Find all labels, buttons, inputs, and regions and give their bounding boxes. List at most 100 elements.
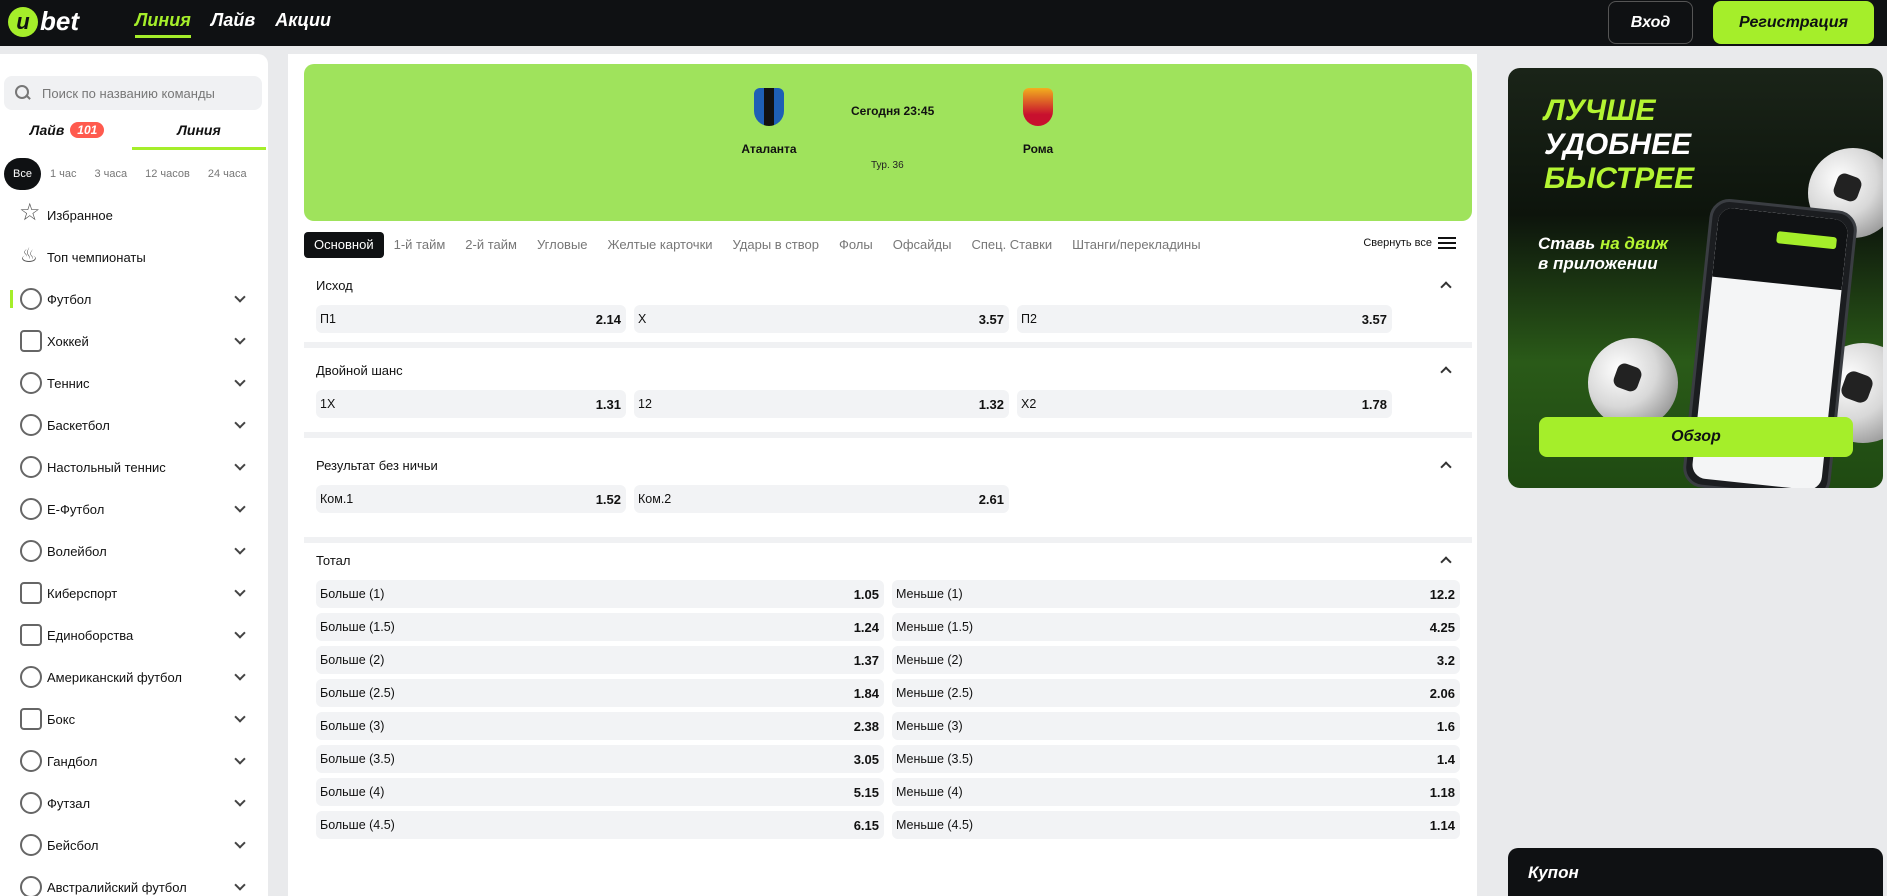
tab-special-bets[interactable]: Спец. Ставки [961,232,1062,258]
chevron-up-icon[interactable] [1440,556,1452,568]
time-filter-24h[interactable]: 24 часа [199,158,256,190]
odd-button[interactable]: Больше (4.5) 6.15 [316,811,884,839]
sidebar-item-top[interactable]: Топ чемпионаты [0,236,268,278]
tab-corners[interactable]: Угловые [527,232,598,258]
away-team[interactable]: Рома [978,88,1098,156]
search-input[interactable] [42,85,252,101]
tab-first-half[interactable]: 1-й тайм [384,232,456,258]
tab-shots-on-target[interactable]: Удары в створ [723,232,829,258]
chevron-down-icon [234,417,246,429]
sidebar-item-tennis[interactable]: Теннис [0,362,268,404]
sidebar-item-football[interactable]: Футбол [0,278,268,320]
sidebar-item-australian-football[interactable]: Австралийский футбол [0,866,268,896]
odd-button[interactable]: Больше (4) 5.15 [316,778,884,806]
team-search[interactable] [4,76,262,110]
odd-button[interactable]: X 3.57 [634,305,1009,333]
odds-row: Больше (3.5) 3.05 Меньше (3.5) 1.4 [304,745,1472,773]
market-header[interactable]: Двойной шанс [304,350,1472,390]
odd-button[interactable]: Больше (3) 2.38 [316,712,884,740]
nav-line[interactable]: Линия [135,10,191,38]
odd-button[interactable]: Меньше (3) 1.6 [892,712,1460,740]
time-filter-all[interactable]: Все [4,158,41,190]
time-filter-1h[interactable]: 1 час [41,158,86,190]
match-time: Сегодня 23:45 [851,104,935,118]
sidebar-item-basketball[interactable]: Баскетбол [0,404,268,446]
odd-button[interactable]: П1 2.14 [316,305,626,333]
odd-button[interactable]: Меньше (4.5) 1.14 [892,811,1460,839]
odd-value: 1.78 [1361,396,1387,412]
odd-name: 1X [320,397,336,411]
market-header[interactable]: Результат без ничьи [304,445,1472,485]
chevron-down-icon [234,459,246,471]
collapse-all-label: Свернуть все [1363,237,1432,249]
odd-button[interactable]: Меньше (3.5) 1.4 [892,745,1460,773]
chevron-up-icon[interactable] [1440,366,1452,378]
chevron-up-icon[interactable] [1440,281,1452,293]
divider [304,342,1472,348]
sidebar-item-label: Волейбол [47,543,107,559]
login-button[interactable]: Вход [1608,1,1693,44]
sidebar-item-favorites[interactable]: Избранное [0,194,268,236]
gamepad-icon [20,582,42,604]
match-main: Аталанта Сегодня 23:45 Рома Тур. 36 Осно… [288,54,1477,896]
tab-offsides[interactable]: Офсайды [883,232,962,258]
promo-sub-a: Ставь [1538,234,1600,253]
coupon-panel[interactable]: Купон [1508,848,1883,896]
register-button[interactable]: Регистрация [1713,1,1874,44]
market-header[interactable]: Тотал [304,540,1472,580]
sidebar-item-label: Австралийский футбол [47,879,187,895]
market-header[interactable]: Исход [304,265,1472,305]
sidebar-item-hockey[interactable]: Хоккей [0,320,268,362]
odd-name: Меньше (1) [896,587,963,601]
odd-button[interactable]: Меньше (4) 1.18 [892,778,1460,806]
odd-button[interactable]: Ком.1 1.52 [316,485,626,513]
sidebar-item-baseball[interactable]: Бейсбол [0,824,268,866]
tab-yellow-cards[interactable]: Желтые карточки [598,232,723,258]
odd-button[interactable]: П2 3.57 [1017,305,1392,333]
odd-button[interactable]: X2 1.78 [1017,390,1392,418]
home-team[interactable]: Аталанта [709,88,829,156]
time-filter-12h[interactable]: 12 часов [136,158,199,190]
nav-promos[interactable]: Акции [275,10,331,38]
odd-button[interactable]: Меньше (2) 3.2 [892,646,1460,674]
odd-button[interactable]: Меньше (1) 12.2 [892,580,1460,608]
odd-button[interactable]: 1X 1.31 [316,390,626,418]
promo-overview-button[interactable]: Обзор [1539,417,1853,457]
odd-button[interactable]: Меньше (2.5) 2.06 [892,679,1460,707]
odd-button[interactable]: Больше (1.5) 1.24 [316,613,884,641]
chevron-up-icon[interactable] [1440,461,1452,473]
odd-button[interactable]: Больше (2) 1.37 [316,646,884,674]
tab-woodwork[interactable]: Штанги/перекладины [1062,232,1211,258]
logo[interactable]: u bet [8,6,79,37]
sidebar-item-efootball[interactable]: Е-Футбол [0,488,268,530]
odd-value: 3.57 [978,311,1004,327]
odd-button[interactable]: Ком.2 2.61 [634,485,1009,513]
odds-row: П1 2.14 X 3.57 П2 3.57 [304,305,1472,333]
promo-line-1: ЛУЧШЕ [1544,94,1656,127]
odd-value: 6.15 [853,817,879,833]
sidebar-item-esports[interactable]: Киберспорт [0,572,268,614]
time-filter-3h[interactable]: 3 часа [86,158,137,190]
nav-live[interactable]: Лайв [211,10,255,38]
odd-button[interactable]: Меньше (1.5) 4.25 [892,613,1460,641]
sidebar-item-boxing[interactable]: Бокс [0,698,268,740]
odd-button[interactable]: 12 1.32 [634,390,1009,418]
tab-live[interactable]: Лайв 101 [0,120,134,150]
sidebar-item-table-tennis[interactable]: Настольный теннис [0,446,268,488]
odd-value: 5.15 [853,784,879,800]
odd-button[interactable]: Больше (2.5) 1.84 [316,679,884,707]
sidebar-item-combat[interactable]: Единоборства [0,614,268,656]
sidebar-item-handball[interactable]: Гандбол [0,740,268,782]
collapse-all-button[interactable]: Свернуть все [1363,237,1456,249]
tab-second-half[interactable]: 2-й тайм [455,232,527,258]
odd-button[interactable]: Больше (1) 1.05 [316,580,884,608]
chevron-down-icon [234,291,246,303]
tab-fouls[interactable]: Фолы [829,232,883,258]
tab-main[interactable]: Основной [304,232,384,258]
sidebar-item-american-football[interactable]: Американский футбол [0,656,268,698]
sidebar-item-volleyball[interactable]: Волейбол [0,530,268,572]
app-promo-banner[interactable]: ЛУЧШЕ УДОБНЕЕ БЫСТРЕЕ Ставь на движ в пр… [1508,68,1883,488]
odd-button[interactable]: Больше (3.5) 3.05 [316,745,884,773]
sidebar-item-futsal[interactable]: Футзал [0,782,268,824]
tab-line[interactable]: Линия [132,120,266,150]
